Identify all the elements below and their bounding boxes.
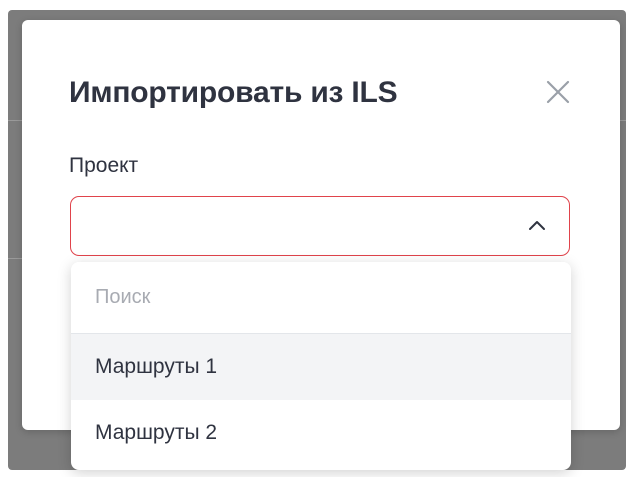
dropdown-option[interactable]: Маршруты 1 <box>71 334 571 400</box>
project-select[interactable] <box>70 196 570 256</box>
dropdown-search-input[interactable] <box>71 262 571 334</box>
background-divider <box>8 120 22 121</box>
close-icon <box>546 80 570 104</box>
chevron-up-icon <box>529 221 545 230</box>
dropdown-option[interactable]: Маршруты 2 <box>71 400 571 466</box>
background-divider <box>8 258 22 259</box>
project-dropdown: Маршруты 1 Маршруты 2 <box>71 262 571 470</box>
close-button[interactable] <box>544 78 572 106</box>
dialog-title: Импортировать из ILS <box>69 76 398 109</box>
dropdown-options: Маршруты 1 Маршруты 2 <box>71 334 571 466</box>
project-label: Проект <box>69 154 139 177</box>
